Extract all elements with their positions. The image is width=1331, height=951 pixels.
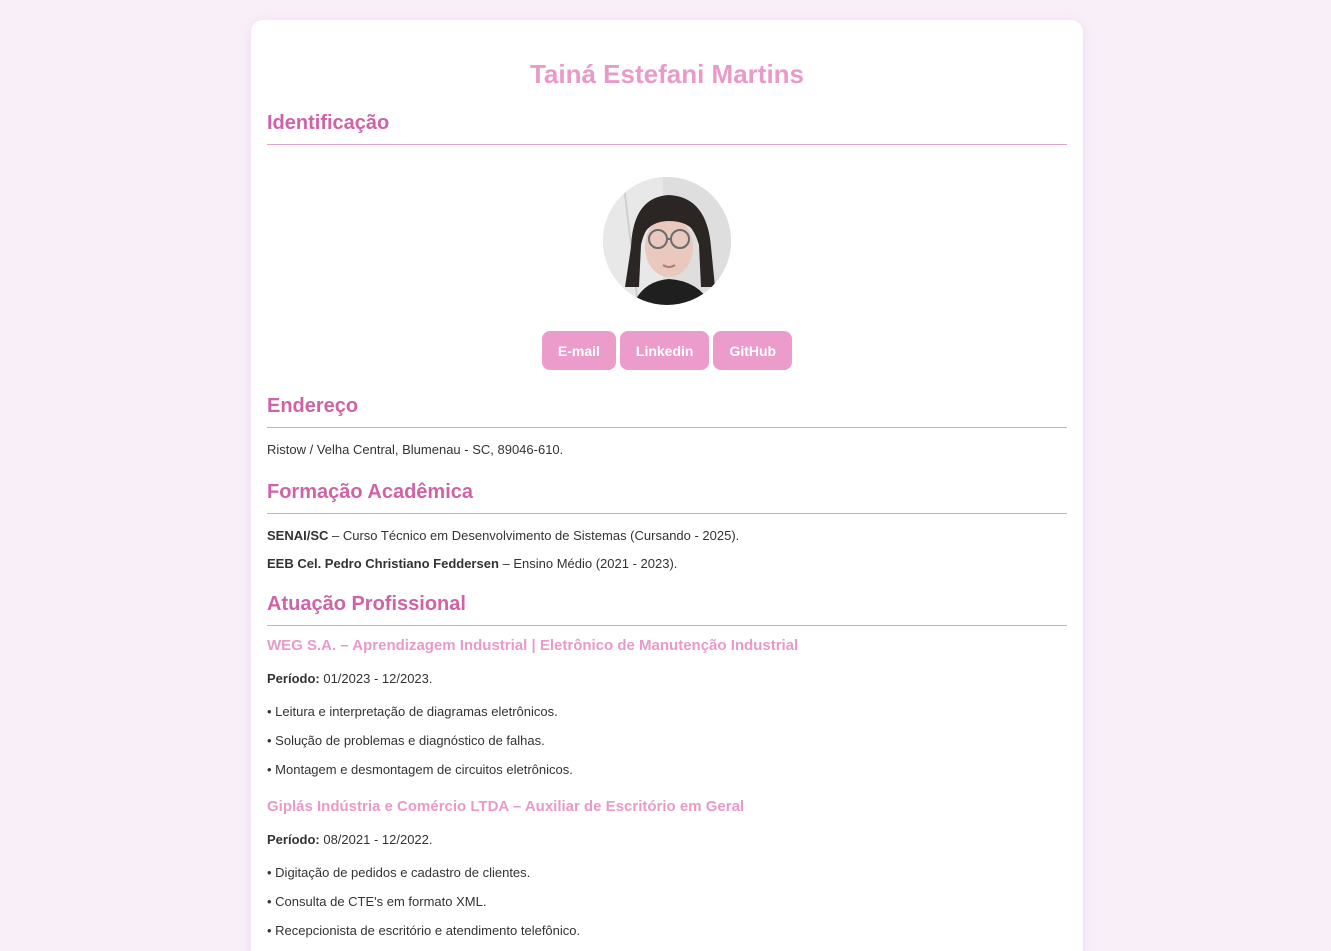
avatar-image <box>603 177 731 305</box>
section-title-identificacao: Identificação <box>267 111 1067 145</box>
linkedin-button[interactable]: Linkedin <box>619 331 710 370</box>
list-item: • Digitação de pedidos e cadastro de cli… <box>267 865 531 880</box>
period-label: Período: <box>267 671 320 686</box>
contact-links: E-mail Linkedin GitHub <box>267 331 1067 370</box>
list-item: • Leitura e interpretação de diagramas e… <box>267 704 558 719</box>
job-tasks: • Leitura e interpretação de diagramas e… <box>267 704 1067 778</box>
education-item: SENAI/SC – Curso Técnico em Desenvolvime… <box>267 528 1067 544</box>
education-institution: EEB Cel. Pedro Christiano Feddersen <box>267 556 499 571</box>
job-tasks: • Digitação de pedidos e cadastro de cli… <box>267 865 1067 939</box>
job-period: Período: 01/2023 - 12/2023. <box>267 671 1067 687</box>
list-item: • Montagem e desmontagem de circuitos el… <box>267 762 573 777</box>
job-entry: WEG S.A. – Aprendizagem Industrial | Ele… <box>267 637 1067 778</box>
job-period: Período: 08/2021 - 12/2022. <box>267 832 1067 848</box>
email-button[interactable]: E-mail <box>541 331 616 370</box>
page-title: Tainá Estefani Martins <box>529 59 805 89</box>
list-item: • Solução de problemas e diagnóstico de … <box>267 733 545 748</box>
list-item: • Consulta de CTE's em formato XML. <box>267 894 487 909</box>
job-entry: Giplás Indústria e Comércio LTDA – Auxil… <box>267 798 1067 939</box>
photo-container <box>267 177 1067 305</box>
education-institution: SENAI/SC <box>267 528 329 543</box>
address-text: Ristow / Velha Central, Blumenau - SC, 8… <box>267 442 564 457</box>
job-title: Giplás Indústria e Comércio LTDA – Auxil… <box>267 798 745 815</box>
education-detail: – Curso Técnico em Desenvolvimento de Si… <box>328 528 740 543</box>
period-value: 08/2021 - 12/2022. <box>319 832 433 847</box>
education-item: EEB Cel. Pedro Christiano Feddersen – En… <box>267 556 1067 572</box>
section-title-formacao: Formação Acadêmica <box>267 480 1067 514</box>
education-detail: – Ensino Médio (2021 - 2023). <box>498 556 678 571</box>
resume-card: Tainá Estefani Martins Identificação E-m… <box>251 20 1083 951</box>
list-item: • Recepcionista de escritório e atendime… <box>267 923 581 938</box>
avatar <box>603 177 731 305</box>
period-value: 01/2023 - 12/2023. <box>319 671 433 686</box>
github-button[interactable]: GitHub <box>713 331 793 370</box>
section-title-endereco: Endereço <box>267 394 1067 428</box>
period-label: Período: <box>267 832 320 847</box>
job-title: WEG S.A. – Aprendizagem Industrial | Ele… <box>267 637 799 654</box>
section-title-atuacao: Atuação Profissional <box>267 592 1067 626</box>
